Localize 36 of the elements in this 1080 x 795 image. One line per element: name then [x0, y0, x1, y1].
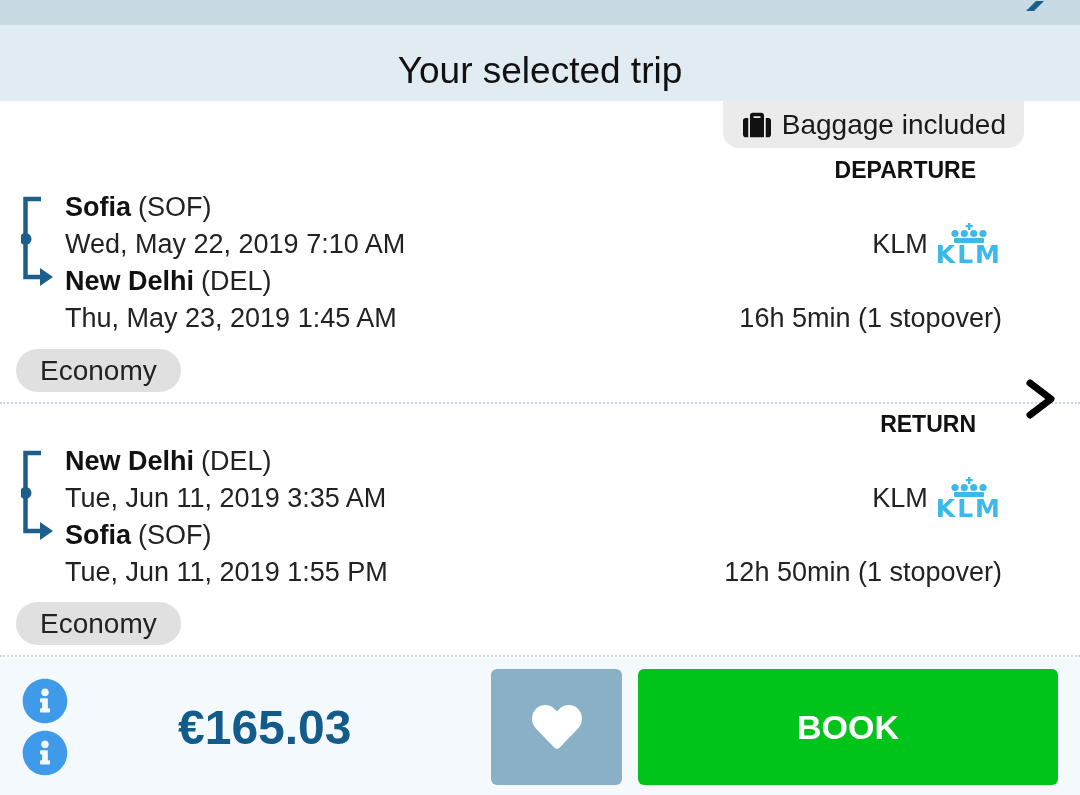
airport-city: Sofia — [65, 520, 131, 551]
route-line-icon — [21, 196, 53, 286]
crown-icon — [948, 477, 989, 497]
baggage-label: Baggage included — [781, 108, 1006, 141]
airport-code: (SOF) — [138, 192, 212, 223]
airport-code: (DEL) — [201, 446, 272, 477]
airport-city: New Delhi — [65, 266, 195, 297]
airport-code: (SOF) — [138, 520, 212, 551]
flight-time: Wed, May 22, 2019 7:10 AM — [65, 229, 406, 260]
airport-code: (DEL) — [201, 266, 272, 297]
airline-name: KLM — [872, 229, 928, 260]
airport-city: Sofia — [65, 192, 131, 223]
flight-duration: 12h 50min (1 stopover) — [724, 557, 1002, 588]
flight-time: Tue, Jun 11, 2019 3:35 AM — [65, 483, 387, 514]
airline-logo-wordmark: KLM — [935, 498, 1002, 520]
airline-name: KLM — [872, 483, 928, 514]
cabin-class-tag: Economy — [16, 602, 181, 645]
favorite-button[interactable] — [491, 669, 622, 785]
flight-time: Thu, May 23, 2019 1:45 AM — [65, 303, 397, 334]
page-title: Your selected trip — [397, 51, 683, 91]
route-line-icon — [21, 450, 53, 540]
book-button[interactable]: BOOK — [638, 669, 1058, 785]
info-icon[interactable] — [22, 678, 68, 724]
leg-label: DEPARTURE — [834, 156, 976, 185]
crown-icon — [948, 223, 989, 243]
airport-city: New Delhi — [65, 446, 195, 477]
chevron-right-icon[interactable] — [1024, 378, 1058, 420]
info-icon[interactable] — [22, 730, 68, 776]
pencil-icon[interactable] — [1024, 0, 1046, 12]
leg-label: RETURN — [880, 410, 976, 439]
total-price: €165.03 — [178, 699, 352, 755]
flight-time: Tue, Jun 11, 2019 1:55 PM — [65, 557, 388, 588]
suitcase-icon — [740, 110, 773, 139]
airline-logo-wordmark: KLM — [935, 244, 1002, 266]
flight-duration: 16h 5min (1 stopover) — [739, 303, 1002, 334]
cabin-class-tag: Economy — [16, 349, 181, 392]
